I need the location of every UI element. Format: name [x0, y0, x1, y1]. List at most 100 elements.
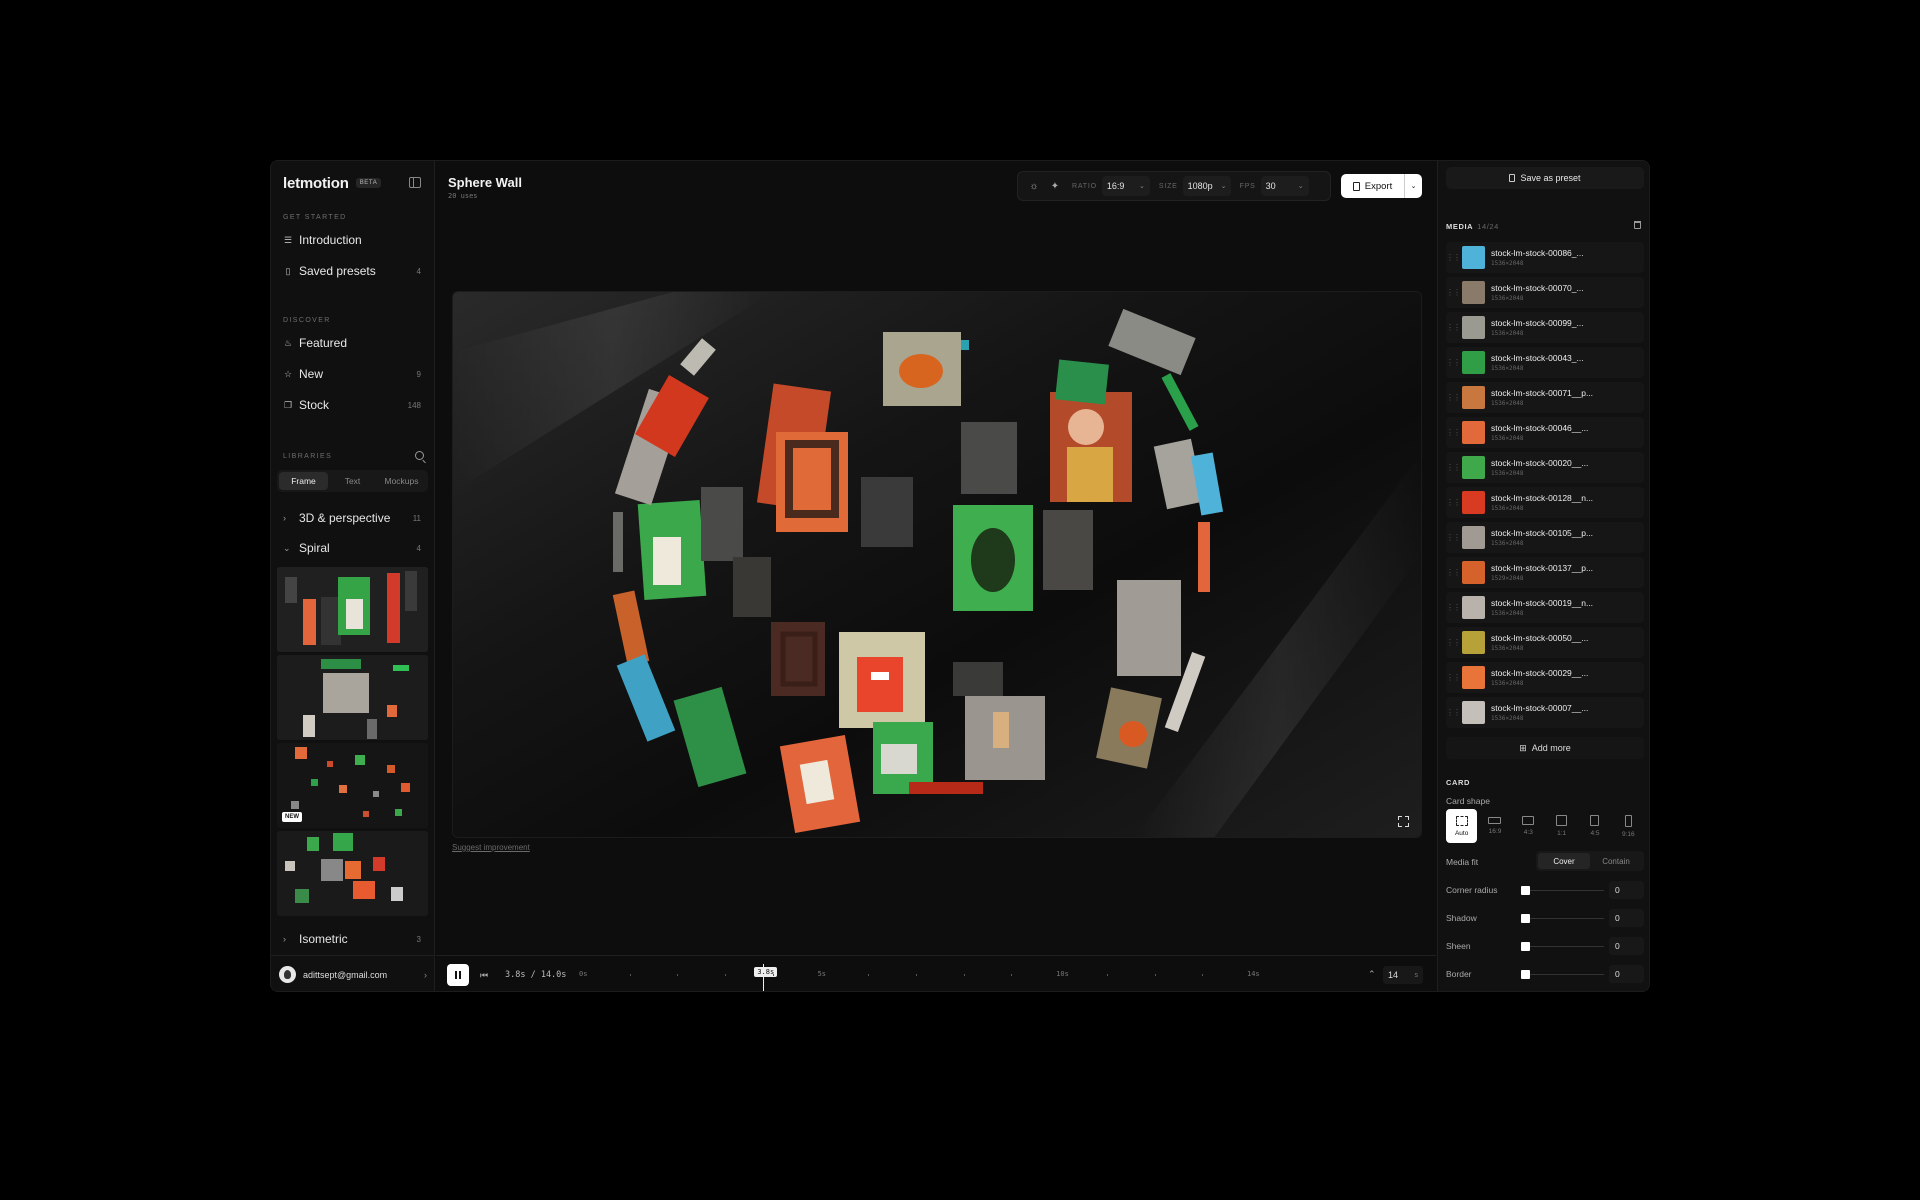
- drag-handle-icon[interactable]: ⋮⋮: [1446, 463, 1461, 472]
- drag-handle-icon[interactable]: ⋮⋮: [1446, 288, 1461, 297]
- media-item[interactable]: ⋮⋮ stock-lm-stock-00046__... 1536×2048: [1446, 417, 1644, 448]
- media-item[interactable]: ⋮⋮ stock-lm-stock-00070_... 1536×2048: [1446, 277, 1644, 308]
- media-item[interactable]: ⋮⋮ stock-lm-stock-00099_... 1536×2048: [1446, 312, 1644, 343]
- trash-icon[interactable]: [1634, 221, 1641, 229]
- search-icon[interactable]: [415, 451, 424, 460]
- nav-item-featured[interactable]: ♨ Featured: [277, 330, 427, 356]
- timeline-tick: [677, 974, 679, 976]
- slider-track[interactable]: [1524, 890, 1604, 891]
- media-dimensions: 1536×2048: [1491, 400, 1524, 407]
- media-item[interactable]: ⋮⋮ stock-lm-stock-00105__p... 1536×2048: [1446, 522, 1644, 553]
- app-logo[interactable]: letmotion: [283, 175, 349, 192]
- slider-handle[interactable]: [1521, 914, 1530, 923]
- drag-handle-icon[interactable]: ⋮⋮: [1446, 533, 1461, 542]
- media-item[interactable]: ⋮⋮ stock-lm-stock-00043_... 1536×2048: [1446, 347, 1644, 378]
- drag-handle-icon[interactable]: ⋮⋮: [1446, 428, 1461, 437]
- fit-contain[interactable]: Contain: [1590, 853, 1642, 869]
- slider-track[interactable]: [1524, 918, 1604, 919]
- drag-handle-icon[interactable]: ⋮⋮: [1446, 393, 1461, 402]
- nav-item-label: Featured: [299, 336, 348, 350]
- add-more-button[interactable]: ⊞ Add more: [1446, 737, 1644, 759]
- group-3d-perspective[interactable]: › 3D & perspective 11: [277, 506, 427, 530]
- drag-handle-icon[interactable]: ⋮⋮: [1446, 358, 1461, 367]
- chevron-up-icon[interactable]: ⌃: [1368, 969, 1376, 980]
- nav-item-stock[interactable]: ❐ Stock 148: [277, 392, 427, 418]
- media-info: stock-lm-stock-00099_... 1536×2048: [1491, 318, 1584, 337]
- slider-track[interactable]: [1524, 946, 1604, 947]
- shape-16-9[interactable]: 16:9: [1479, 809, 1510, 843]
- drag-handle-icon[interactable]: ⋮⋮: [1446, 568, 1461, 577]
- shape-1-1-icon: [1556, 815, 1568, 826]
- drag-handle-icon[interactable]: ⋮⋮: [1446, 708, 1461, 717]
- export-main[interactable]: Export: [1341, 174, 1405, 198]
- timecode: 3.8s / 14.0s: [505, 970, 567, 980]
- fullscreen-icon[interactable]: [1398, 816, 1409, 827]
- sparkle-icon[interactable]: ✦: [1047, 178, 1063, 194]
- slider-value-input[interactable]: 0: [1609, 937, 1644, 955]
- slider-handle[interactable]: [1521, 942, 1530, 951]
- slider-track[interactable]: [1524, 974, 1604, 975]
- chevron-right-icon: ›: [283, 513, 286, 523]
- preset-thumbnail[interactable]: NEW: [277, 743, 428, 828]
- drag-handle-icon[interactable]: ⋮⋮: [1446, 253, 1461, 262]
- media-item[interactable]: ⋮⋮ stock-lm-stock-00050__... 1536×2048: [1446, 627, 1644, 658]
- duration-input[interactable]: 14 s: [1383, 966, 1423, 984]
- add-more-label: Add more: [1531, 743, 1571, 753]
- tab-text[interactable]: Text: [328, 472, 377, 490]
- size-select[interactable]: 1080p ⌄: [1182, 176, 1231, 196]
- media-item[interactable]: ⋮⋮ stock-lm-stock-00020__... 1536×2048: [1446, 452, 1644, 483]
- chevron-down-icon[interactable]: ⌄: [1405, 182, 1422, 190]
- sidebar-toggle-icon[interactable]: [409, 177, 421, 188]
- media-item[interactable]: ⋮⋮ stock-lm-stock-00128__n... 1536×2048: [1446, 487, 1644, 518]
- drag-handle-icon[interactable]: ⋮⋮: [1446, 603, 1461, 612]
- skip-back-icon[interactable]: ⏮: [480, 970, 488, 981]
- media-dimensions: 1536×2048: [1491, 715, 1524, 722]
- nav-item-saved-presets[interactable]: ▯ Saved presets 4: [277, 258, 427, 284]
- media-item[interactable]: ⋮⋮ stock-lm-stock-00071__p... 1536×2048: [1446, 382, 1644, 413]
- media-item[interactable]: ⋮⋮ stock-lm-stock-00007__... 1536×2048: [1446, 697, 1644, 728]
- ratio-select[interactable]: 16:9 ⌄: [1101, 176, 1150, 196]
- group-isometric[interactable]: › Isometric 3: [277, 927, 427, 951]
- tab-frame[interactable]: Frame: [279, 472, 328, 490]
- save-as-preset-button[interactable]: Save as preset: [1446, 167, 1644, 189]
- drag-handle-icon[interactable]: ⋮⋮: [1446, 638, 1461, 647]
- slider-handle[interactable]: [1521, 886, 1530, 895]
- drag-handle-icon[interactable]: ⋮⋮: [1446, 323, 1461, 332]
- media-fit-toggle: Cover Contain: [1536, 851, 1644, 871]
- media-fit-label: Media fit: [1446, 857, 1479, 867]
- fit-cover[interactable]: Cover: [1538, 853, 1590, 869]
- sun-icon[interactable]: ☼: [1026, 178, 1042, 194]
- fps-select[interactable]: 30 ⌄: [1260, 176, 1309, 196]
- slider-value-input[interactable]: 0: [1609, 881, 1644, 899]
- nav-item-new[interactable]: ☆ New 9: [277, 361, 427, 387]
- slider-value-input[interactable]: 0: [1609, 909, 1644, 927]
- pause-button[interactable]: [447, 964, 469, 986]
- media-item[interactable]: ⋮⋮ stock-lm-stock-00019__n... 1536×2048: [1446, 592, 1644, 623]
- preset-thumbnail[interactable]: [277, 567, 428, 652]
- account-menu[interactable]: adittsept@gmail.com ›: [271, 955, 435, 991]
- timeline-tick: [1154, 974, 1156, 976]
- preview-stage[interactable]: [452, 291, 1422, 838]
- slider-handle[interactable]: [1521, 970, 1530, 979]
- slider-value-input[interactable]: 0: [1609, 965, 1644, 983]
- shape-4-3[interactable]: 4:3: [1513, 809, 1544, 843]
- save-preset-label: Save as preset: [1520, 173, 1581, 183]
- nav-item-introduction[interactable]: ☰ Introduction: [277, 227, 427, 253]
- timeline-scrubber[interactable]: 0s 5s 10s 14s 3.8s: [576, 956, 1264, 991]
- drag-handle-icon[interactable]: ⋮⋮: [1446, 498, 1461, 507]
- media-item[interactable]: ⋮⋮ stock-lm-stock-00137__p... 1529×2048: [1446, 557, 1644, 588]
- export-button[interactable]: Export ⌄: [1341, 174, 1422, 198]
- shape-1-1[interactable]: 1:1: [1546, 809, 1577, 843]
- shape-auto[interactable]: Auto: [1446, 809, 1478, 843]
- suggest-improvement-link[interactable]: Suggest improvement: [452, 843, 530, 852]
- media-item[interactable]: ⋮⋮ stock-lm-stock-00086_... 1536×2048: [1446, 242, 1644, 273]
- preset-thumbnail[interactable]: [277, 831, 428, 916]
- group-spiral[interactable]: ⌄ Spiral 4: [277, 536, 427, 560]
- media-name: stock-lm-stock-00071__p...: [1491, 388, 1594, 398]
- tab-mockups[interactable]: Mockups: [377, 472, 426, 490]
- media-item[interactable]: ⋮⋮ stock-lm-stock-00029__... 1536×2048: [1446, 662, 1644, 693]
- shape-4-5[interactable]: 4:5: [1579, 809, 1610, 843]
- shape-9-16[interactable]: 9:16: [1613, 809, 1644, 843]
- preset-thumbnail[interactable]: [277, 655, 428, 740]
- drag-handle-icon[interactable]: ⋮⋮: [1446, 673, 1461, 682]
